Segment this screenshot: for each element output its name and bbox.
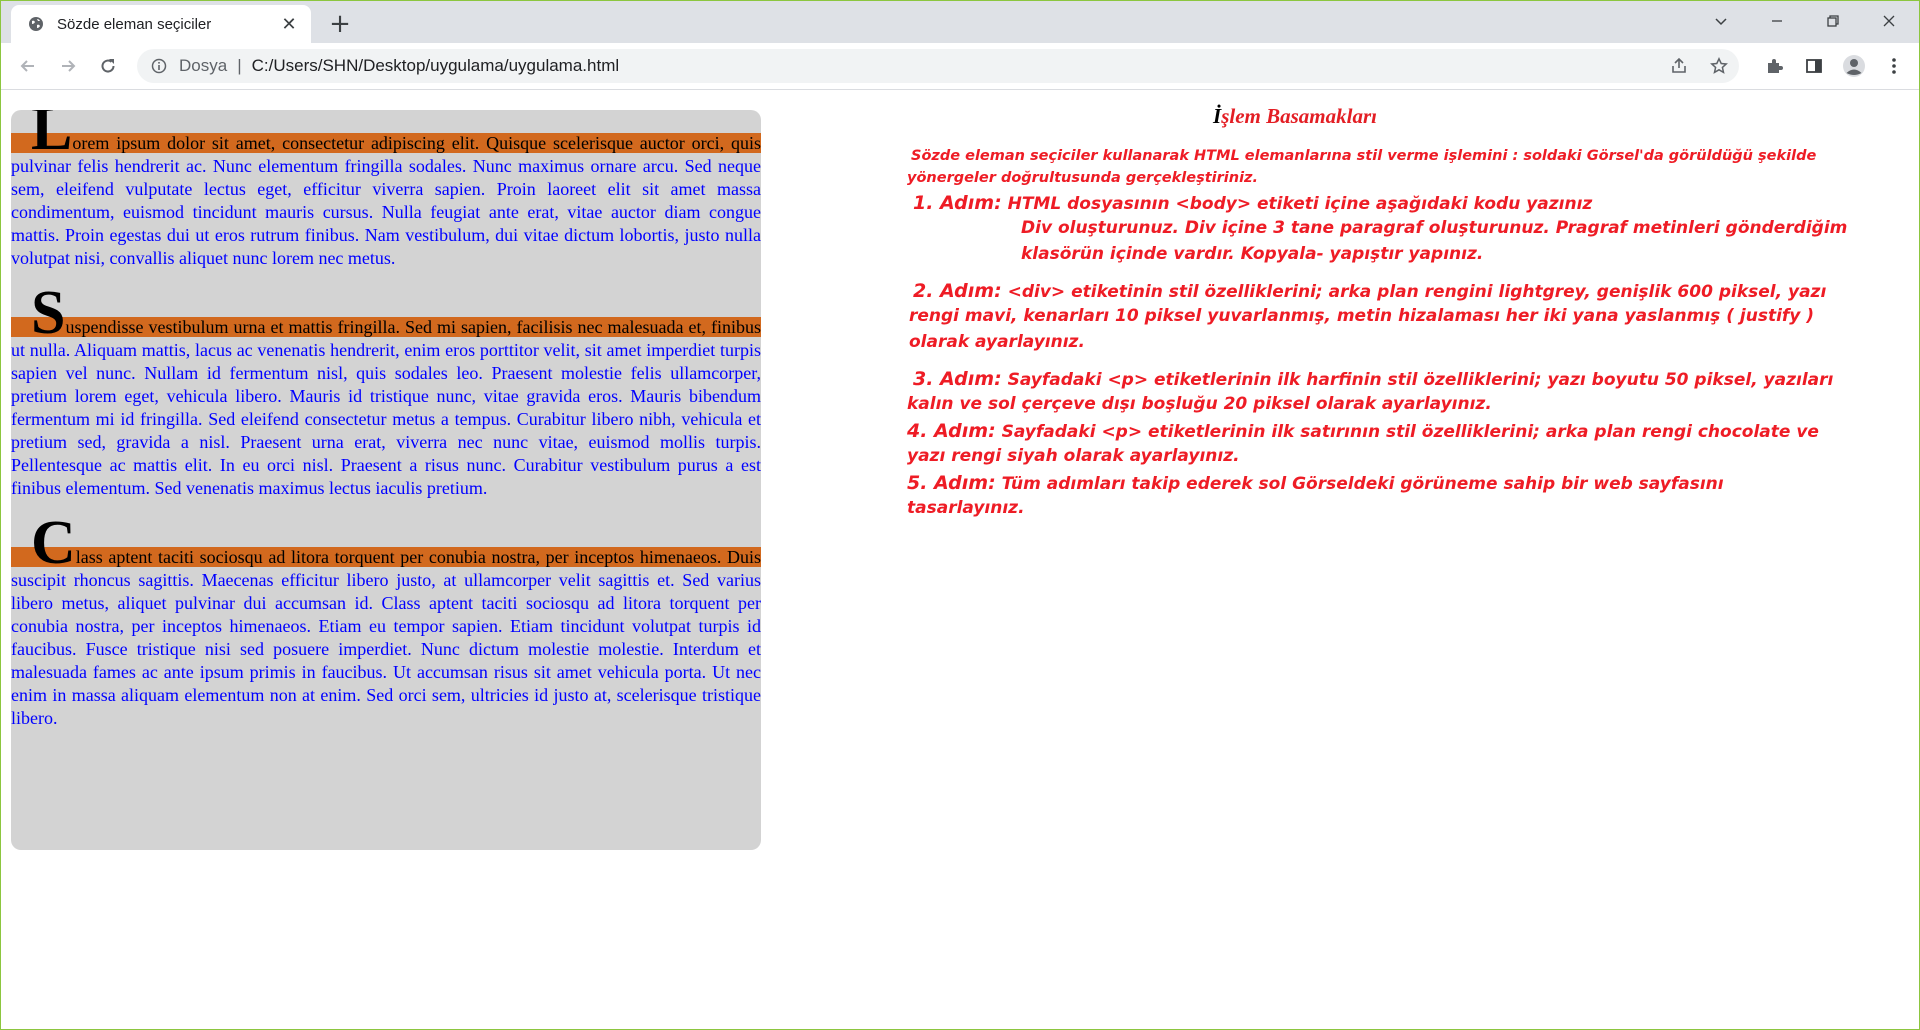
arrow-left-icon[interactable] (13, 51, 43, 81)
reload-icon[interactable] (93, 51, 123, 81)
instructions-title: İşlem Basamakları (1213, 104, 1377, 129)
lorem-div: Lorem ipsum dolor sit amet, consectetur … (11, 110, 761, 850)
browser-toolbar: Dosya | C:/Users/SHN/Desktop/uygulama/uy… (1, 43, 1919, 90)
star-icon[interactable] (1707, 54, 1731, 78)
new-tab-button[interactable]: + (325, 9, 355, 39)
step-4-line-2: yazı rengi siyah olarak ayarlayınız. (907, 446, 1240, 466)
close-icon[interactable] (1861, 1, 1917, 41)
intro-line-1: Sözde eleman seçiciler kullanarak HTML e… (911, 148, 1817, 164)
step-1-text: HTML dosyasının <body> etiketi içine aşa… (1007, 194, 1593, 214)
globe-icon (27, 15, 45, 33)
title-rest: şlem Basamakları (1221, 104, 1377, 128)
step-2-line-3: olarak ayarlayınız. (909, 332, 1085, 352)
profile-icon[interactable] (1841, 53, 1867, 79)
step-4-label: 4. Adım: (907, 420, 996, 442)
arrow-right-icon[interactable] (53, 51, 83, 81)
tab-title: Sözde eleman seçiciler (57, 15, 212, 33)
restore-icon[interactable] (1805, 1, 1861, 41)
step-5-line-2: tasarlayınız. (907, 498, 1025, 518)
step-5-text: Tüm adımları takip ederek sol Görseldeki… (1001, 474, 1724, 494)
side-panel-icon[interactable] (1801, 53, 1827, 79)
step-1-sub-2: klasörün içinde vardır. Kopyala- yapıştı… (1021, 244, 1484, 264)
step-1-sub-1: Div oluşturunuz. Div içine 3 tane paragr… (1021, 218, 1848, 238)
step-3: 3. Adım: Sayfadaki <p> etiketlerinin ilk… (913, 368, 1833, 390)
url-text[interactable]: C:/Users/SHN/Desktop/uygulama/uygulama.h… (252, 56, 620, 76)
url-scheme-label: Dosya (179, 56, 228, 75)
lorem-paragraph-3: Class aptent taciti sociosqu ad litora t… (11, 509, 761, 728)
step-4: 4. Adım: Sayfadaki <p> etiketlerinin ilk… (907, 420, 1819, 442)
minimize-icon[interactable] (1749, 1, 1805, 41)
lorem-paragraph-1: Lorem ipsum dolor sit amet, consectetur … (11, 110, 761, 268)
lorem-paragraph-2: Suspendisse vestibulum urna et mattis fr… (11, 279, 761, 498)
step-2-label: 2. Adım: (913, 280, 1002, 302)
share-icon[interactable] (1667, 54, 1691, 78)
browser-window: Sözde eleman seçiciler ✕ + Dosya | C:/Us… (0, 0, 1920, 1030)
step-2: 2. Adım: <div> etiketinin stil özellikle… (913, 280, 1826, 302)
url-separator: | (237, 56, 242, 75)
close-tab-button[interactable]: ✕ (277, 12, 301, 36)
step-5: 5. Adım: Tüm adımları takip ederek sol G… (907, 472, 1724, 494)
step-4-text: Sayfadaki <p> etiketlerinin ilk satırını… (1001, 422, 1819, 442)
chevron-down-icon[interactable] (1693, 1, 1749, 41)
step-5-label: 5. Adım: (907, 472, 996, 494)
browser-tab[interactable]: Sözde eleman seçiciler ✕ (11, 5, 311, 43)
page-content: Lorem ipsum dolor sit amet, consectetur … (1, 90, 1919, 1029)
step-2-text: <div> etiketinin stil özelliklerini; ark… (1007, 282, 1827, 302)
intro-line-2: yönergeler doğrultusunda gerçekleştirini… (907, 170, 1258, 186)
info-icon[interactable] (149, 56, 169, 76)
address-bar[interactable]: Dosya | C:/Users/SHN/Desktop/uygulama/uy… (137, 49, 1739, 83)
title-first-char: İ (1213, 104, 1222, 128)
puzzle-icon[interactable] (1761, 53, 1787, 79)
kebab-menu-icon[interactable] (1881, 53, 1907, 79)
step-1-label: 1. Adım: (913, 192, 1002, 214)
step-3-label: 3. Adım: (913, 368, 1002, 390)
tab-strip: Sözde eleman seçiciler ✕ + (1, 1, 1919, 43)
step-3-text: Sayfadaki <p> etiketlerinin ilk harfinin… (1007, 370, 1834, 390)
step-1: 1. Adım: HTML dosyasının <body> etiketi … (913, 192, 1592, 214)
step-2-line-2: rengi mavi, kenarları 10 piksel yuvarlan… (909, 306, 1815, 326)
step-3-line-2: kalın ve sol çerçeve dışı boşluğu 20 pik… (907, 394, 1492, 414)
